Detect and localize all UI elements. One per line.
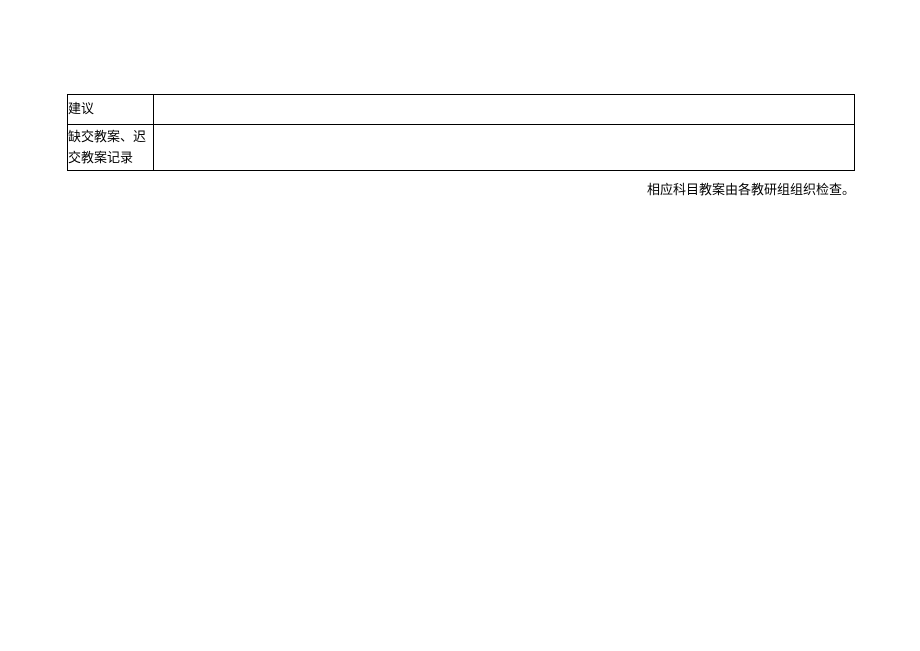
footer-note: 相应科目教案由各教研组组织检查。 — [67, 171, 855, 199]
row-content-suggestion — [154, 95, 855, 125]
row-content-missing-record — [154, 125, 855, 171]
row-label-missing-record: 缺交教案、迟交教案记录 — [68, 125, 154, 171]
row-label-suggestion: 建议 — [68, 95, 154, 125]
table-row: 缺交教案、迟交教案记录 — [68, 125, 855, 171]
table-row: 建议 — [68, 95, 855, 125]
record-table: 建议 缺交教案、迟交教案记录 — [67, 94, 855, 171]
page-container: 建议 缺交教案、迟交教案记录 相应科目教案由各教研组组织检查。 — [0, 0, 920, 199]
